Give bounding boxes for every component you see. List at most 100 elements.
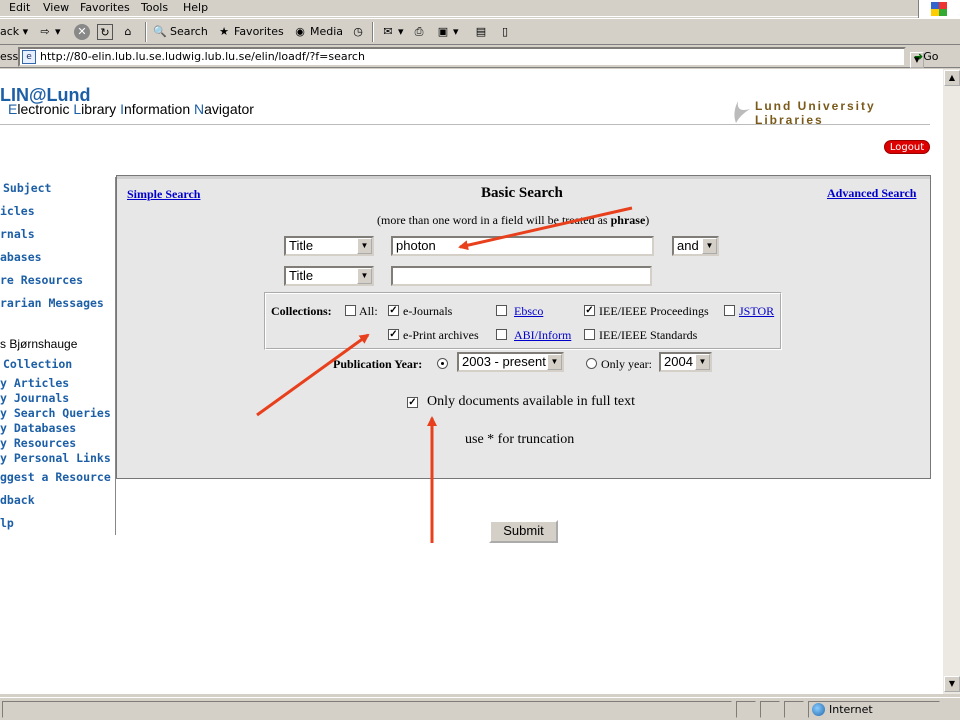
search-title: Basic Search <box>481 185 563 201</box>
messenger-button[interactable]: ▯ <box>497 23 515 41</box>
back-label: ack <box>0 25 20 38</box>
lund-logo-icon <box>734 101 750 123</box>
address-label: ess <box>0 50 19 63</box>
nav-item-articles[interactable]: icles <box>0 204 35 218</box>
menu-view[interactable]: View <box>43 1 69 14</box>
vertical-scrollbar[interactable]: ▲ ▼ <box>942 69 960 694</box>
all-label: All: <box>359 304 378 318</box>
only-year-select[interactable]: 2004 ▼ <box>659 352 712 372</box>
nav-item-help[interactable]: lp <box>0 516 14 530</box>
media-icon: ◉ <box>295 25 305 38</box>
nav-item-databases[interactable]: abases <box>0 250 42 264</box>
search-input-1[interactable]: photon <box>391 236 654 256</box>
edit-button[interactable]: ▣ ▾ <box>435 23 459 41</box>
user-name: s Bjørnshauge <box>0 337 78 351</box>
header-divider <box>0 124 930 125</box>
print-icon: ⎙ <box>414 25 424 38</box>
menu-help[interactable]: Help <box>183 1 208 14</box>
menu-tools[interactable]: Tools <box>141 1 168 14</box>
abi-inform-checkbox[interactable] <box>496 329 507 340</box>
search-panel: Simple Search Basic Search Advanced Sear… <box>116 175 931 543</box>
collections-box: Collections: All: ✓ e-Journals Ebsco ✓ I… <box>264 292 782 350</box>
iee-standards-checkbox[interactable] <box>584 329 595 340</box>
nav-item-my-personal-links[interactable]: y Personal Links <box>0 451 111 465</box>
fulltext-label: Only documents available in full text <box>427 394 636 409</box>
go-arrow-icon: ➜ <box>914 50 924 63</box>
iee-proceedings-checkbox[interactable]: ✓ <box>584 305 595 316</box>
subtitle-word: avigator <box>204 101 254 117</box>
forward-button[interactable]: ⇨ ▾ <box>37 23 60 41</box>
only-year-label: Only year: <box>601 357 652 371</box>
favorites-label: Favorites <box>234 25 284 38</box>
nav-item-journals[interactable]: rnals <box>0 227 35 241</box>
advanced-search-link[interactable]: Advanced Search <box>827 186 916 201</box>
all-checkbox[interactable] <box>345 305 356 316</box>
pub-year-range-select[interactable]: 2003 - present ▼ <box>457 352 564 372</box>
menu-favorites[interactable]: Favorites <box>80 1 130 14</box>
only-year-radio[interactable] <box>586 358 597 369</box>
go-button[interactable]: ➜Go <box>914 50 938 63</box>
nav-item-my-search-queries[interactable]: y Search Queries <box>0 406 111 420</box>
scroll-up-icon[interactable]: ▲ <box>944 70 960 86</box>
hint-text: (more than one word in a field will be t… <box>377 213 611 227</box>
nav-item-suggest-resource[interactable]: ggest a Resource <box>0 470 111 484</box>
nav-item-my-databases[interactable]: y Databases <box>0 421 76 435</box>
refresh-icon: ↻ <box>97 24 113 40</box>
discuss-button[interactable]: ▤ <box>473 23 491 41</box>
nav-item-my-resources[interactable]: y Resources <box>0 436 76 450</box>
nav-item-librarian-messages[interactable]: rarian Messages <box>0 296 104 310</box>
history-button[interactable]: ◷ <box>350 23 368 41</box>
back-button[interactable]: ack ▾ <box>0 23 28 41</box>
stop-button[interactable]: ✕ <box>74 23 92 41</box>
field-select-value: Title <box>289 268 314 283</box>
nav-item-my-journals[interactable]: y Journals <box>0 391 69 405</box>
iee-proceedings-label: IEE/IEEE Proceedings <box>599 304 709 318</box>
subtitle-word: ibrary <box>81 101 121 117</box>
menu-edit[interactable]: Edit <box>9 1 30 14</box>
search-input-2[interactable] <box>391 266 652 286</box>
operator-select[interactable]: and ▼ <box>672 236 719 256</box>
stop-icon: ✕ <box>74 24 90 40</box>
eprint-checkbox[interactable]: ✓ <box>388 329 399 340</box>
nav-item-more-resources[interactable]: re Resources <box>0 273 83 287</box>
fulltext-checkbox[interactable]: ✓ <box>407 397 418 408</box>
submit-button[interactable]: Submit <box>489 520 558 543</box>
page-icon: e <box>22 50 36 64</box>
nav-item-my-collection[interactable]: Collection <box>3 357 72 371</box>
scroll-down-icon[interactable]: ▼ <box>944 676 960 692</box>
jstor-link[interactable]: JSTOR <box>739 304 774 319</box>
status-text-cell <box>2 701 732 718</box>
pub-year-range-radio[interactable] <box>437 358 448 369</box>
favorites-button[interactable]: ★ Favorites <box>216 23 284 41</box>
ebsco-link[interactable]: Ebsco <box>514 304 543 319</box>
phrase-hint: (more than one word in a field will be t… <box>377 213 649 228</box>
jstor-checkbox[interactable] <box>724 305 735 316</box>
nav-item-my-articles[interactable]: y Articles <box>0 376 69 390</box>
security-zone: Internet <box>808 701 940 718</box>
nav-item-subject[interactable]: Subject <box>3 181 51 195</box>
toolbar-divider <box>145 22 147 42</box>
ejournals-checkbox[interactable]: ✓ <box>388 305 399 316</box>
mail-icon: ✉ <box>383 25 393 38</box>
refresh-button[interactable]: ↻ <box>97 23 115 41</box>
page-viewport: LIN@Lund Electronic Library Information … <box>0 69 942 694</box>
mail-button[interactable]: ✉ ▾ <box>380 23 403 41</box>
ebsco-checkbox[interactable] <box>496 305 507 316</box>
search-button[interactable]: 🔍 Search <box>152 23 208 41</box>
media-button[interactable]: ◉ Media <box>292 23 343 41</box>
print-button[interactable]: ⎙ <box>411 23 429 41</box>
logout-button[interactable]: Logout <box>884 140 930 154</box>
subtitle-word: lectronic <box>17 101 74 117</box>
address-input[interactable]: e http://80-elin.lub.lu.se.ludwig.lub.lu… <box>18 47 924 68</box>
simple-search-link[interactable]: Simple Search <box>127 187 200 202</box>
home-button[interactable]: ⌂ <box>120 23 138 41</box>
abi-inform-link[interactable]: ABI/Inform <box>514 328 571 343</box>
menu-bar: Edit View Favorites Tools Help <box>0 0 960 20</box>
field-select-1[interactable]: Title ▼ <box>284 236 374 256</box>
app-subtitle: Electronic Library Information Navigator <box>8 101 254 117</box>
field-select-2[interactable]: Title ▼ <box>284 266 374 286</box>
hint-text: ) <box>645 213 650 227</box>
nav-item-feedback[interactable]: dback <box>0 493 35 507</box>
messenger-icon: ▯ <box>501 25 509 38</box>
chevron-down-icon: ▼ <box>702 238 717 254</box>
